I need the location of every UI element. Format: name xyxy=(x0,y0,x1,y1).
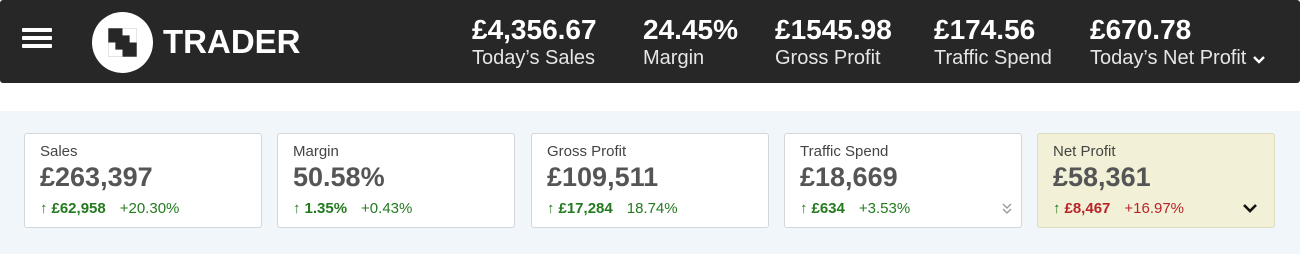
card-net-profit[interactable]: Net Profit £58,361 ↑ £8,467 +16.97% xyxy=(1037,133,1275,228)
card-value: £18,669 xyxy=(800,162,898,192)
arrow-up-icon: ↑ xyxy=(293,200,301,217)
stat-label: Margin xyxy=(643,47,705,69)
card-title: Traffic Spend xyxy=(800,143,889,160)
change-amount: £8,467 xyxy=(1064,200,1111,217)
change-percent: 18.74% xyxy=(626,200,678,217)
hamburger-menu-icon[interactable] xyxy=(22,26,52,50)
card-change: ↑ £8,467 +16.97% xyxy=(1053,200,1184,217)
stat-value: £670.78 xyxy=(1090,14,1192,45)
change-amount: £634 xyxy=(811,200,845,217)
card-value: 50.58% xyxy=(293,162,385,192)
stat-todays-net-profit[interactable]: £670.78 Today’s Net Profit xyxy=(1090,14,1266,71)
change-percent: +20.30% xyxy=(119,200,180,217)
stat-value: £174.56 xyxy=(934,14,1036,45)
logo-text: TRADER xyxy=(163,23,301,60)
change-amount: £17,284 xyxy=(558,200,613,217)
stat-label-text: Today’s Net Profit xyxy=(1090,47,1247,69)
card-value: £58,361 xyxy=(1053,162,1151,192)
change-percent: +16.97% xyxy=(1124,200,1185,217)
card-sales[interactable]: Sales £263,397 ↑ £62,958 +20.30% xyxy=(24,133,262,228)
stat-value: 24.45% xyxy=(643,14,738,45)
card-title: Gross Profit xyxy=(547,143,627,160)
stat-label: Traffic Spend xyxy=(934,47,1052,69)
card-gross-profit[interactable]: Gross Profit £109,511 ↑ £17,284 18.74% xyxy=(531,133,769,228)
card-change: ↑ £634 +3.53% xyxy=(800,200,910,217)
trader-logo-icon xyxy=(92,11,153,73)
arrow-up-icon: ↑ xyxy=(40,200,48,217)
double-chevron-down-icon[interactable] xyxy=(1001,202,1013,217)
trader-logo[interactable]: TRADER xyxy=(92,11,301,73)
stat-value: £1545.98 xyxy=(775,14,892,45)
change-amount: 1.35% xyxy=(304,200,348,217)
arrow-up-icon: ↑ xyxy=(1053,200,1061,217)
card-change: ↑ £62,958 +20.30% xyxy=(40,200,179,217)
card-traffic-spend[interactable]: Traffic Spend £18,669 ↑ £634 +3.53% xyxy=(784,133,1022,228)
chevron-down-icon[interactable] xyxy=(1252,47,1266,71)
change-percent: +0.43% xyxy=(361,200,413,217)
card-margin[interactable]: Margin 50.58% ↑ 1.35% +0.43% xyxy=(277,133,515,228)
stat-label: Gross Profit xyxy=(775,47,881,69)
stat-value: £4,356.67 xyxy=(472,14,597,45)
stat-gross-profit: £1545.98 Gross Profit xyxy=(775,14,892,70)
card-title: Net Profit xyxy=(1053,143,1116,160)
card-change: ↑ 1.35% +0.43% xyxy=(293,200,412,217)
stat-todays-sales: £4,356.67 Today’s Sales xyxy=(472,14,597,70)
chevron-down-icon[interactable] xyxy=(1242,202,1258,220)
card-title: Sales xyxy=(40,143,78,160)
arrow-up-icon: ↑ xyxy=(547,200,555,217)
stat-label: Today’s Net Profit xyxy=(1090,46,1266,71)
change-percent: +3.53% xyxy=(858,200,911,217)
card-title: Margin xyxy=(293,143,339,160)
top-bar: TRADER £4,356.67 Today’s Sales 24.45% Ma… xyxy=(0,0,1300,83)
arrow-up-icon: ↑ xyxy=(800,200,808,217)
card-value: £109,511 xyxy=(547,162,659,192)
card-value: £263,397 xyxy=(40,162,153,192)
card-change: ↑ £17,284 18.74% xyxy=(547,200,678,217)
change-amount: £62,958 xyxy=(51,200,106,217)
stat-margin: 24.45% Margin xyxy=(643,14,738,70)
stat-traffic-spend: £174.56 Traffic Spend xyxy=(934,14,1052,70)
stat-label: Today’s Sales xyxy=(472,47,596,69)
